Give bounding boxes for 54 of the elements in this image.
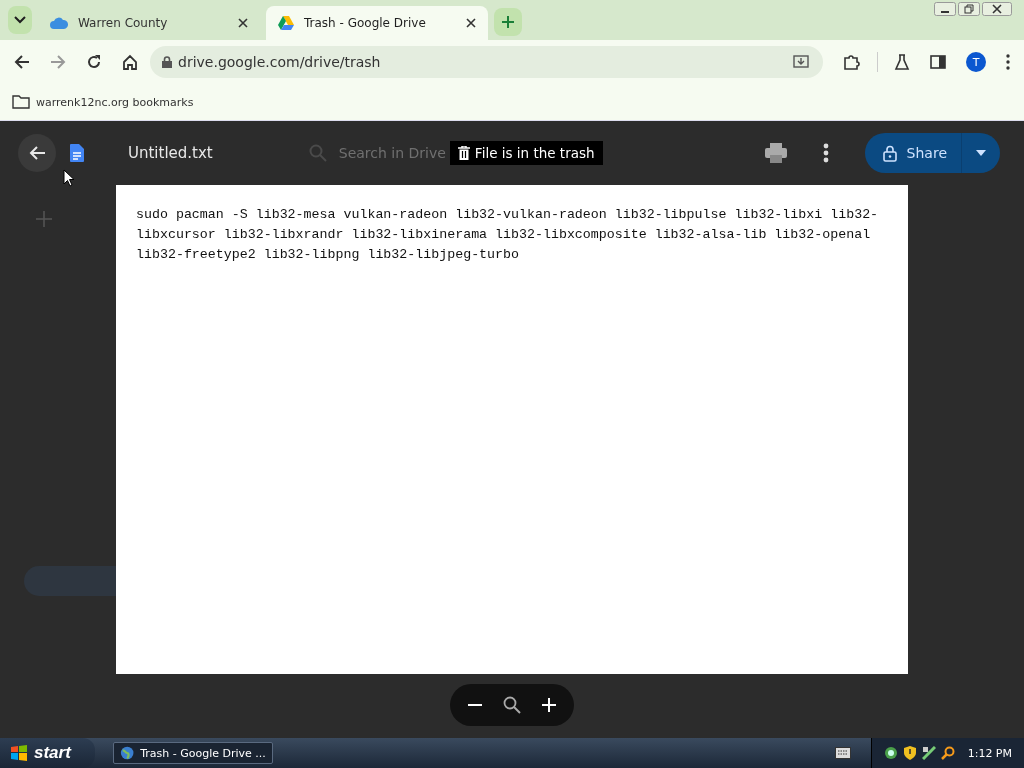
keyboard-icon[interactable] bbox=[834, 747, 851, 759]
address-bar[interactable]: drive.google.com/drive/trash bbox=[150, 46, 823, 78]
puzzle-icon[interactable] bbox=[843, 53, 861, 71]
close-icon[interactable] bbox=[466, 18, 476, 28]
trash-icon bbox=[457, 146, 470, 160]
lock-icon bbox=[882, 144, 897, 162]
menu-icon[interactable] bbox=[1006, 54, 1010, 70]
share-button[interactable]: Share bbox=[864, 133, 1000, 173]
start-button[interactable]: start bbox=[0, 738, 95, 768]
magnifier-icon[interactable] bbox=[503, 696, 521, 714]
plus-icon bbox=[36, 211, 52, 227]
close-icon[interactable] bbox=[982, 2, 1012, 16]
print-icon[interactable] bbox=[764, 143, 787, 163]
triangle-logo-icon bbox=[278, 16, 294, 30]
clock: 1:12 PM bbox=[967, 746, 1012, 760]
more-icon[interactable] bbox=[822, 143, 829, 163]
forward-arrow-icon[interactable] bbox=[50, 54, 66, 70]
shield-icon[interactable] bbox=[902, 746, 917, 760]
side-panel-icon[interactable] bbox=[930, 54, 946, 70]
cloud-icon bbox=[50, 16, 68, 30]
search-placeholder: Search in Drive bbox=[338, 145, 446, 161]
bookmark-folder[interactable]: warrenk12nc.org bookmarks bbox=[12, 95, 194, 109]
new-tab-button[interactable] bbox=[494, 8, 522, 36]
lock-icon bbox=[162, 56, 172, 68]
file-name: Untitled.txt bbox=[128, 144, 213, 162]
document-icon bbox=[70, 144, 84, 162]
flask-icon[interactable] bbox=[894, 54, 910, 70]
document-text: sudo pacman -S lib32-mesa vulkan-radeon lib32-vulkan-radeon lib32-libpulse lib32-libxi lib32-libxcursor lib32-libxrandr lib32-libxinerama lib32-libxcomposite lib32-alsa-lib lib32-openal lib32-freetype2 lib32-libpng lib32-libjpeg-turbo bbox=[136, 206, 880, 264]
chevron-down-icon bbox=[14, 16, 26, 24]
profile-avatar[interactable]: T bbox=[966, 52, 986, 72]
back-button[interactable] bbox=[18, 134, 56, 172]
plus-icon bbox=[502, 16, 514, 28]
home-icon[interactable] bbox=[122, 54, 138, 70]
windows-logo-icon bbox=[10, 745, 28, 761]
restore-icon[interactable] bbox=[958, 2, 980, 16]
back-arrow-icon[interactable] bbox=[14, 54, 30, 70]
search-icon bbox=[308, 144, 327, 162]
reload-icon[interactable] bbox=[86, 54, 102, 70]
back-arrow-icon bbox=[28, 145, 46, 161]
minimize-icon[interactable] bbox=[934, 2, 956, 16]
folder-icon bbox=[12, 95, 30, 109]
trash-notice: File is in the trash bbox=[449, 141, 603, 165]
tab-search-button[interactable] bbox=[8, 6, 32, 34]
search-icon[interactable] bbox=[940, 746, 955, 760]
zoom-in-icon[interactable] bbox=[541, 698, 556, 712]
install-icon[interactable] bbox=[793, 55, 809, 69]
browser-tab[interactable]: Warren County bbox=[38, 6, 260, 40]
mouse-pointer-icon bbox=[63, 169, 75, 187]
browser-tab[interactable]: Trash - Google Drive bbox=[266, 6, 488, 40]
caret-icon bbox=[976, 150, 986, 156]
close-icon[interactable] bbox=[238, 18, 248, 28]
globe-icon bbox=[119, 745, 135, 761]
taskbar-button[interactable]: Trash - Google Drive ... bbox=[112, 742, 273, 764]
network-icon[interactable] bbox=[883, 746, 898, 760]
